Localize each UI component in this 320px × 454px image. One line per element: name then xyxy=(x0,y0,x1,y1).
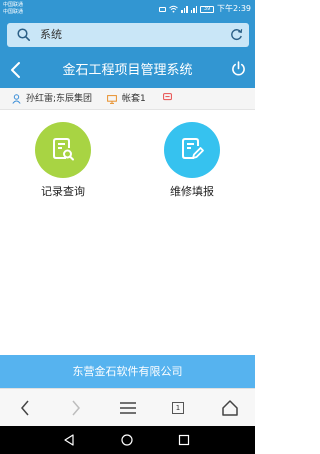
wifi-icon xyxy=(169,5,178,13)
signal-icon-secondary xyxy=(190,5,198,13)
account-label: 帐套1 xyxy=(122,94,146,104)
edit-document-icon xyxy=(182,138,204,159)
record-query-button[interactable]: 记录查询 xyxy=(3,122,123,199)
refresh-icon[interactable] xyxy=(230,28,243,41)
repair-report-label: 维修填报 xyxy=(170,185,214,198)
info-bar: 孙红雷;东辰集团 帐套1 xyxy=(0,88,255,110)
power-icon[interactable] xyxy=(231,61,246,76)
nav-back-icon[interactable] xyxy=(62,433,76,447)
nav-home-icon[interactable] xyxy=(120,433,134,447)
message-icon xyxy=(163,93,172,101)
document-search-icon xyxy=(53,138,74,161)
carrier-label-secondary: 中国联通 xyxy=(3,9,24,15)
search-icon xyxy=(17,28,30,41)
repair-report-button[interactable]: 维修填报 xyxy=(132,122,252,199)
clock: 下午2:39 xyxy=(217,4,251,13)
signal-icon xyxy=(181,5,188,13)
repair-report-circle xyxy=(164,122,220,178)
browser-back-icon[interactable] xyxy=(15,398,35,418)
search-input[interactable]: 系统 xyxy=(7,23,249,47)
page-title: 金石工程项目管理系统 xyxy=(62,63,193,78)
system-nav-bar xyxy=(0,426,255,454)
nav-recent-apps-icon[interactable] xyxy=(177,433,191,447)
company-footer: 东营金石软件有限公司 xyxy=(0,355,255,388)
browser-tabs-button[interactable]: 1 xyxy=(168,398,188,418)
user-icon xyxy=(12,94,21,104)
status-indicators: 39 下午2:39 xyxy=(159,4,251,14)
search-query: 系统 xyxy=(40,28,62,41)
notification-icon xyxy=(159,6,167,12)
monitor-icon xyxy=(107,94,117,104)
app-header: 金石工程项目管理系统 xyxy=(0,52,255,88)
record-query-label: 记录查询 xyxy=(41,185,85,198)
tab-count: 1 xyxy=(172,402,184,414)
search-area: 系统 xyxy=(0,18,255,52)
battery-icon: 39 xyxy=(200,5,215,13)
carrier-label: 中国联通 xyxy=(3,2,24,8)
user-company-label: 孙红雷;东辰集团 xyxy=(26,94,93,104)
browser-home-icon[interactable] xyxy=(220,398,240,418)
browser-forward-icon[interactable] xyxy=(66,398,86,418)
browser-menu-icon[interactable] xyxy=(118,398,138,418)
account-info[interactable]: 帐套1 xyxy=(107,93,146,105)
browser-toolbar: 1 xyxy=(0,388,255,426)
record-query-circle xyxy=(35,122,91,178)
status-bar: 中国联通 中国联通 39 下午2:39 xyxy=(0,0,255,18)
message-info[interactable] xyxy=(163,93,172,102)
user-info: 孙红雷;东辰集团 xyxy=(12,93,92,105)
